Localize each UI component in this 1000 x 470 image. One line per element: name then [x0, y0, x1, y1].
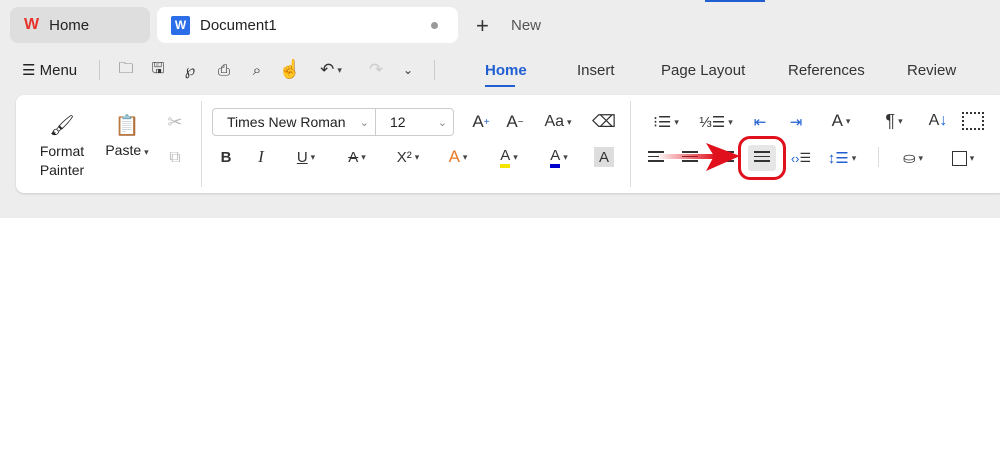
underline-button[interactable]: U ▾	[288, 146, 324, 168]
paint-bucket-icon: ⛀	[902, 150, 916, 167]
format-painter-button[interactable]: 🖌 Format Painter	[34, 113, 90, 180]
open-folder-icon[interactable]: 🗀	[116, 60, 136, 80]
format-painter-label-2: Painter	[39, 162, 85, 178]
window-indicator	[705, 0, 765, 2]
word-doc-icon: W	[171, 15, 190, 35]
shrink-font-icon[interactable]: A −	[504, 110, 526, 134]
font-name-select[interactable]: Times New Roman ⌄	[212, 108, 376, 136]
paste-label: Paste	[105, 142, 142, 158]
export-pdf-icon[interactable]: ℘	[180, 60, 200, 80]
font-name-value: Times New Roman	[227, 114, 346, 130]
tab-home-label: Home	[49, 16, 90, 34]
text-direction-button[interactable]: A ▾	[822, 109, 860, 133]
font-color-button[interactable]: A ▾	[540, 146, 578, 168]
hamburger-icon: ☰	[22, 62, 40, 79]
divider	[434, 60, 435, 80]
divider	[99, 60, 100, 80]
undo-icon[interactable]: ↶ ▾	[315, 60, 347, 80]
border-icon	[951, 150, 967, 166]
change-case-icon: Aa	[544, 113, 565, 130]
decrease-indent-icon[interactable]: ⇤	[748, 111, 772, 133]
sort-icon[interactable]: A ↓	[926, 109, 950, 133]
distributed-align-icon[interactable]: ‹› ☰	[790, 147, 812, 169]
tab-document1[interactable]: W Document1	[157, 7, 458, 43]
more-chevron-icon[interactable]: ⌄	[398, 60, 418, 80]
unsaved-dot-icon	[431, 21, 438, 29]
change-case-button[interactable]: Aa ▾	[538, 110, 578, 134]
menu-label: Menu	[39, 62, 78, 79]
shading-button[interactable]: ⛀ ▾	[894, 147, 932, 169]
chevron-down-icon: ⌄	[359, 116, 369, 129]
wps-logo-icon: W	[24, 16, 40, 33]
font-size-select[interactable]: 12 ⌄	[376, 108, 454, 136]
font-size-value: 12	[390, 114, 406, 130]
document-page[interactable]	[0, 218, 1000, 470]
clipboard-icon: 📋	[114, 115, 140, 137]
title-and-ribbon-area: W Home W Document1 + New ☰ Menu 🗀 🖫 ℘ ⎙ …	[0, 0, 1000, 218]
increase-indent-icon[interactable]: ⇥	[784, 111, 808, 133]
line-spacing-button[interactable]: ↕☰ ▾	[824, 147, 860, 169]
bold-icon[interactable]: B	[216, 146, 236, 168]
strikethrough-button[interactable]: A ▾	[338, 146, 376, 168]
pilcrow-icon: ¶	[885, 110, 896, 131]
ribbon-tab-insert[interactable]: Insert	[577, 62, 615, 79]
home-ribbon: 🖌 Format Painter 📋 Paste ▾ ✂ ⧉ Times New …	[16, 95, 1000, 193]
annotation-arrow	[656, 143, 740, 171]
numbered-list-button[interactable]: ⅓☰ ▾	[698, 111, 734, 133]
superscript-button[interactable]: X² ▾	[388, 146, 428, 168]
tab-home[interactable]: W Home	[10, 7, 150, 43]
table-border-icon[interactable]	[962, 112, 984, 130]
format-painter-label: Format	[39, 143, 85, 159]
grow-font-icon[interactable]: A +	[470, 110, 492, 134]
paste-button[interactable]: 📋 Paste ▾	[102, 113, 152, 158]
justify-icon	[754, 151, 770, 162]
clear-format-eraser-icon[interactable]: ⌫	[592, 110, 616, 134]
paintbrush-icon: 🖌	[49, 115, 75, 137]
print-icon[interactable]: ⎙	[214, 60, 234, 80]
justify-button[interactable]	[748, 145, 776, 171]
divider	[878, 147, 879, 167]
highlight-icon: A	[500, 147, 511, 168]
plus-icon[interactable]: +	[476, 13, 489, 39]
line-spacing-icon: ↕☰	[827, 150, 849, 167]
text-effect-icon: A	[448, 147, 460, 166]
font-color-icon: A	[550, 147, 561, 168]
superscript-icon: X²	[396, 148, 412, 166]
redo-icon[interactable]: ↷	[366, 60, 386, 80]
italic-icon[interactable]: I	[251, 146, 271, 168]
divider	[630, 101, 631, 187]
numbered-list-icon: ⅓☰	[699, 114, 726, 131]
tab-document1-label: Document1	[200, 16, 277, 34]
show-marks-button[interactable]: ¶ ▾	[876, 109, 912, 133]
print-preview-icon[interactable]: ⌕	[246, 60, 268, 80]
ribbon-tab-page-layout[interactable]: Page Layout	[661, 62, 745, 79]
character-shading-icon[interactable]: A	[594, 147, 614, 167]
strikethrough-icon: A	[348, 148, 359, 166]
borders-button[interactable]: ▾	[944, 147, 982, 169]
ribbon-tab-review[interactable]: Review	[907, 62, 956, 79]
hand-icon[interactable]: ☝	[279, 58, 301, 80]
underline-icon: U	[296, 148, 308, 166]
cut-icon[interactable]: ✂	[164, 111, 186, 133]
ribbon-tab-home[interactable]: Home	[485, 62, 527, 87]
divider	[201, 101, 202, 187]
new-tab-button[interactable]: New	[511, 17, 541, 34]
menu-button[interactable]: ☰ Menu	[22, 61, 77, 79]
chevron-down-icon: ⌄	[437, 116, 447, 129]
highlight-button[interactable]: A ▾	[490, 146, 528, 168]
copy-icon[interactable]: ⧉	[164, 147, 186, 169]
bullet-list-icon: ⁝☰	[653, 114, 672, 131]
bullet-list-button[interactable]: ⁝☰ ▾	[648, 111, 684, 133]
text-direction-icon: A	[831, 111, 843, 130]
save-icon[interactable]: 🖫	[148, 60, 168, 80]
ribbon-tab-references[interactable]: References	[788, 62, 865, 79]
text-effect-button[interactable]: A ▾	[440, 146, 476, 168]
